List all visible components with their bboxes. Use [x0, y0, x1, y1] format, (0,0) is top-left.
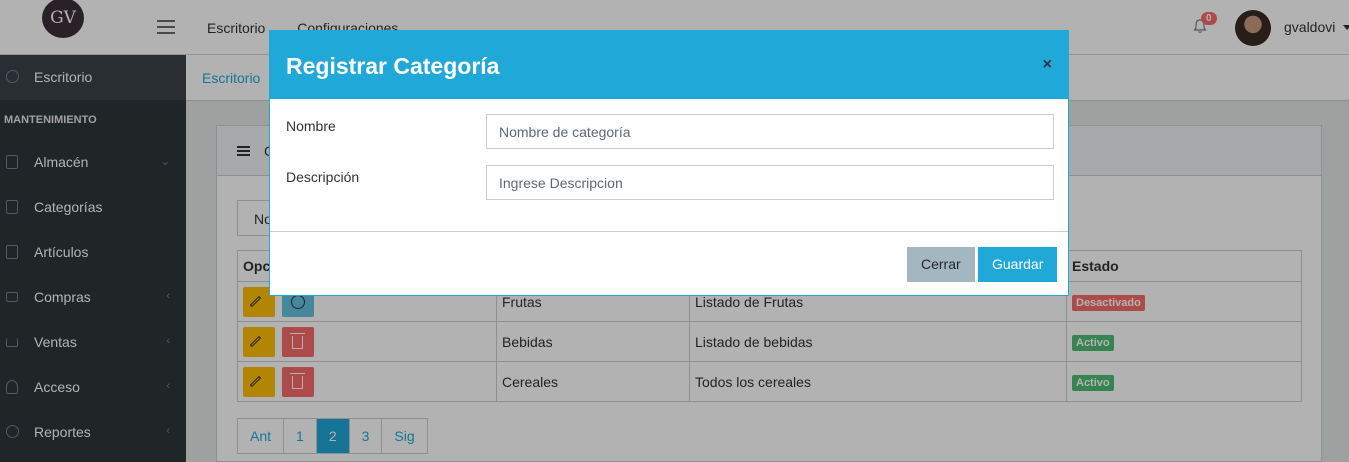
descripcion-input[interactable] [486, 165, 1054, 200]
cerrar-button[interactable]: Cerrar [907, 247, 975, 282]
close-icon[interactable]: × [1043, 56, 1052, 74]
descripcion-label: Descripción [286, 169, 360, 185]
register-category-modal: Registrar Categoría × Nombre Descripción… [269, 30, 1069, 296]
modal-header: Registrar Categoría × [270, 31, 1068, 99]
nombre-input[interactable] [486, 114, 1054, 149]
guardar-button[interactable]: Guardar [978, 247, 1058, 282]
modal-footer: Cerrar Guardar [270, 231, 1068, 296]
nombre-label: Nombre [286, 118, 336, 134]
modal-title: Registrar Categoría [286, 53, 500, 79]
